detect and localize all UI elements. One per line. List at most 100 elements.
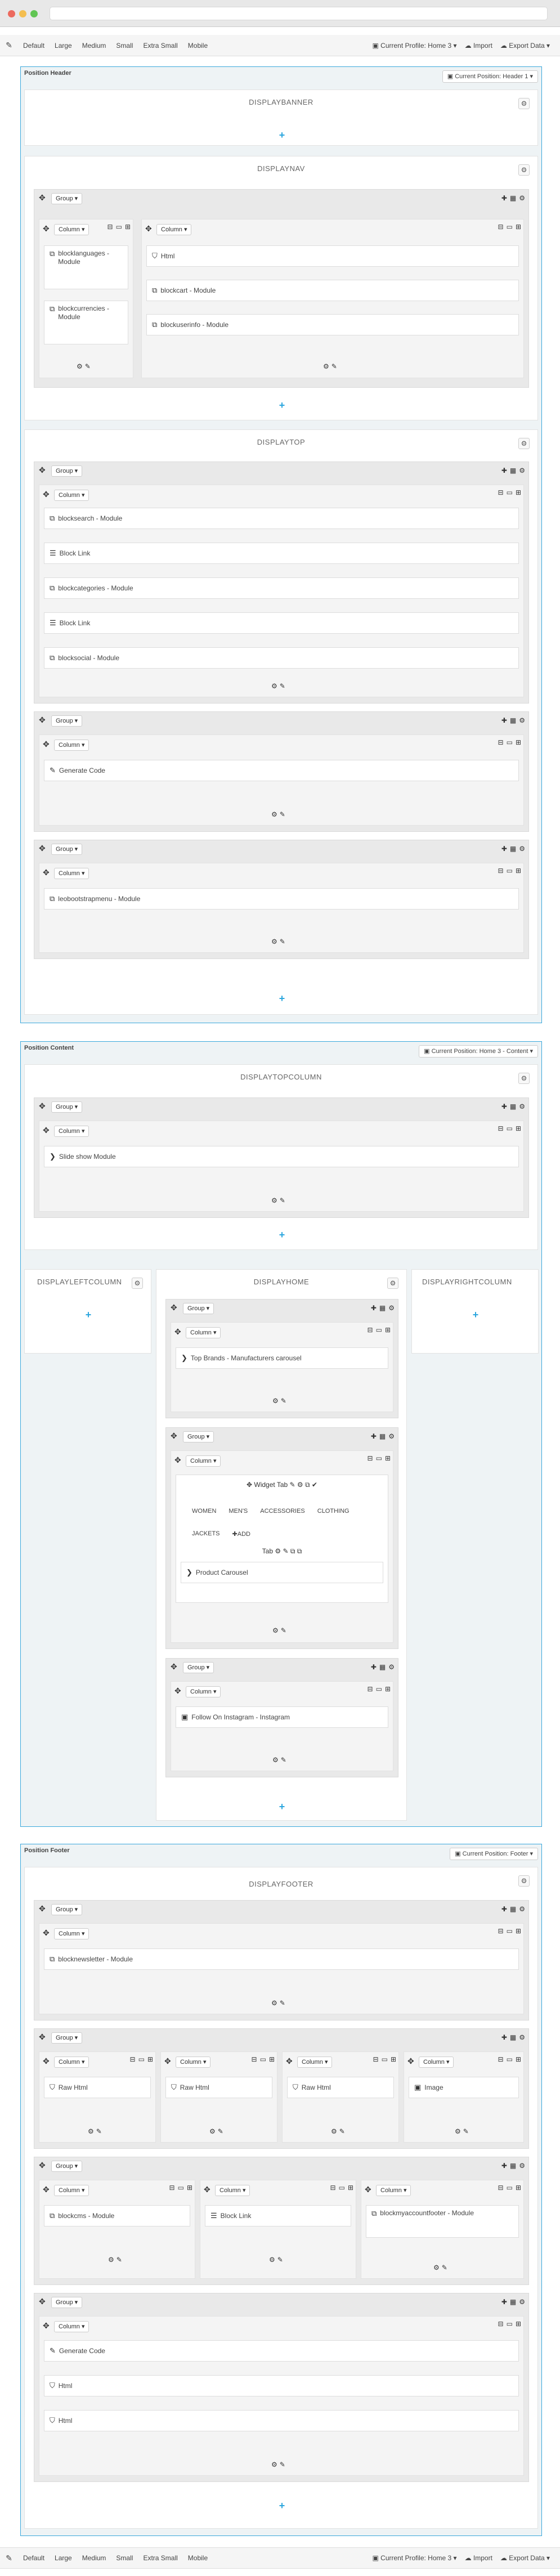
add-group-button[interactable]: +: [471, 1309, 480, 1321]
profile-dropdown[interactable]: ▣ Current Profile: Home 3 ▾: [372, 2554, 456, 2562]
size-small[interactable]: Small: [111, 42, 138, 50]
position-dropdown[interactable]: ▣ Current Position: Footer ▾: [450, 1848, 538, 1860]
magic-wand-icon[interactable]: ✎: [0, 2553, 18, 2563]
add-group-button[interactable]: +: [277, 1229, 286, 1241]
width-icon[interactable]: ▭: [260, 2055, 266, 2063]
settings-icon[interactable]: ⚙: [519, 845, 525, 853]
magic-wand-icon[interactable]: ✎: [0, 41, 18, 50]
group-dropdown[interactable]: Group ▾: [51, 2032, 83, 2044]
move-icon[interactable]: ✥: [39, 1101, 46, 1111]
position-dropdown[interactable]: ▣ Current Position: Header 1 ▾: [442, 70, 538, 83]
group-dropdown[interactable]: Group ▾: [51, 1101, 83, 1113]
add-module-icon[interactable]: ⊞: [516, 2055, 521, 2063]
width-icon[interactable]: ▭: [507, 1927, 513, 1935]
module-blockmyaccountfooter[interactable]: ⧉ blockmyaccountfooter - Module: [366, 2205, 519, 2238]
move-icon[interactable]: ✥: [286, 2057, 293, 2066]
column-dropdown[interactable]: Column ▾: [186, 1455, 221, 1467]
module-blockuserinfo[interactable]: ⧉ blockuserinfo - Module: [146, 314, 519, 335]
column-edit-icons[interactable]: ⚙✎: [271, 1197, 288, 1204]
add-module-icon[interactable]: ⊞: [391, 2055, 396, 2063]
grid-icon[interactable]: ▦: [379, 1432, 386, 1440]
add-column-icon[interactable]: ✚: [501, 1905, 507, 1913]
move-icon[interactable]: ✥: [39, 2161, 46, 2170]
module-blocksocial[interactable]: ⧉ blocksocial - Module: [44, 647, 519, 669]
maximize-dot[interactable]: [30, 10, 38, 17]
tab-women[interactable]: WOMEN: [192, 1508, 216, 1515]
group-dropdown[interactable]: Group ▾: [183, 1431, 214, 1442]
add-module-icon[interactable]: ⊞: [348, 2184, 353, 2192]
column-dropdown[interactable]: Column ▾: [186, 1686, 221, 1697]
width-icon[interactable]: ▭: [116, 223, 122, 231]
group-dropdown[interactable]: Group ▾: [51, 193, 83, 204]
grid-icon[interactable]: ▦: [510, 1905, 516, 1913]
column-dropdown[interactable]: Column ▾: [297, 2057, 333, 2068]
move-icon[interactable]: ✥: [43, 224, 50, 234]
settings-icon[interactable]: ⚙: [388, 1663, 395, 1671]
column-dropdown[interactable]: Column ▾: [186, 1327, 221, 1338]
add-column-icon[interactable]: ✚: [501, 2033, 507, 2041]
settings-icon[interactable]: ⚙: [519, 716, 525, 724]
grid-icon[interactable]: ▦: [510, 1103, 516, 1110]
grid-icon[interactable]: ▦: [510, 716, 516, 724]
width-icon[interactable]: ▭: [507, 1125, 513, 1132]
grid-icon[interactable]: ▦: [510, 2162, 516, 2170]
column-dropdown[interactable]: Column ▾: [156, 224, 192, 235]
column-dropdown[interactable]: Column ▾: [54, 2185, 89, 2196]
column-edit-icons[interactable]: ⚙✎: [323, 362, 339, 370]
add-module-icon[interactable]: ⊞: [516, 867, 521, 875]
item-generate-code[interactable]: ✎ Generate Code: [44, 2340, 519, 2362]
size-extra-small[interactable]: Extra Small: [138, 42, 182, 50]
minus-icon[interactable]: ⊟: [368, 1454, 373, 1462]
column-edit-icons[interactable]: ⚙✎: [77, 362, 93, 370]
item-instagram[interactable]: ▣ Follow On Instagram - Instagram: [176, 1706, 388, 1728]
settings-icon[interactable]: ⚙: [388, 1432, 395, 1440]
minus-icon[interactable]: ⊟: [330, 2184, 336, 2192]
column-edit-icons[interactable]: ⚙✎: [108, 2256, 124, 2264]
minus-icon[interactable]: ⊟: [498, 1125, 504, 1132]
tab-mens[interactable]: MEN'S: [229, 1508, 248, 1515]
add-column-icon[interactable]: ✚: [371, 1432, 377, 1440]
item-product-carousel[interactable]: ❯ Product Carousel: [181, 1562, 383, 1583]
add-module-icon[interactable]: ⊞: [125, 223, 131, 231]
module-blockcurrencies[interactable]: ⧉ blockcurrencies - Module: [44, 301, 128, 344]
width-icon[interactable]: ▭: [507, 738, 513, 746]
item-html[interactable]: ⛉ Html: [44, 2375, 519, 2396]
move-icon[interactable]: ✥: [171, 1431, 177, 1441]
item-html[interactable]: ⛉ Html: [44, 2410, 519, 2431]
add-group-button[interactable]: +: [277, 993, 286, 1005]
minus-icon[interactable]: ⊟: [368, 1685, 373, 1693]
column-edit-icons[interactable]: ⚙✎: [271, 682, 288, 690]
group-dropdown[interactable]: Group ▾: [51, 1904, 83, 1915]
width-icon[interactable]: ▭: [376, 1454, 382, 1462]
column-edit-icons[interactable]: ⚙✎: [272, 1756, 289, 1764]
gear-icon[interactable]: ⚙: [518, 1875, 530, 1887]
add-module-icon[interactable]: ⊞: [147, 2055, 153, 2063]
move-icon[interactable]: ✥: [43, 740, 50, 749]
size-medium[interactable]: Medium: [77, 42, 111, 50]
grid-icon[interactable]: ▦: [379, 1304, 386, 1312]
item-raw-html[interactable]: ⛉ Raw Html: [287, 2077, 394, 2098]
move-icon[interactable]: ✥: [174, 1455, 181, 1465]
item-block-link[interactable]: ☰ Block Link: [44, 612, 519, 634]
width-icon[interactable]: ▭: [178, 2184, 184, 2192]
group-dropdown[interactable]: Group ▾: [51, 844, 83, 855]
minus-icon[interactable]: ⊟: [498, 2320, 504, 2328]
minimize-dot[interactable]: [19, 10, 26, 17]
move-icon[interactable]: ✥: [39, 2297, 46, 2306]
add-module-icon[interactable]: ⊞: [385, 1326, 391, 1334]
move-icon[interactable]: ✥: [39, 465, 46, 475]
size-default[interactable]: Default: [18, 2554, 50, 2562]
add-group-button[interactable]: +: [277, 400, 286, 411]
add-group-button[interactable]: +: [277, 1801, 286, 1813]
profile-dropdown[interactable]: ▣ Current Profile: Home 3 ▾: [372, 42, 456, 50]
move-icon[interactable]: ✥: [145, 224, 152, 234]
move-icon[interactable]: ✥: [407, 2057, 414, 2066]
move-icon[interactable]: ✥: [204, 2185, 210, 2194]
add-column-icon[interactable]: ✚: [371, 1304, 377, 1312]
group-dropdown[interactable]: Group ▾: [183, 1303, 214, 1314]
module-blocklanguages[interactable]: ⧉ blocklanguages - Module: [44, 245, 128, 289]
move-icon[interactable]: ✥: [39, 2032, 46, 2042]
module-leobootstrapmenu[interactable]: ⧉ leobootstrapmenu - Module: [44, 888, 519, 910]
move-icon[interactable]: ✥: [39, 715, 46, 725]
item-generate-code[interactable]: ✎ Generate Code: [44, 760, 519, 781]
